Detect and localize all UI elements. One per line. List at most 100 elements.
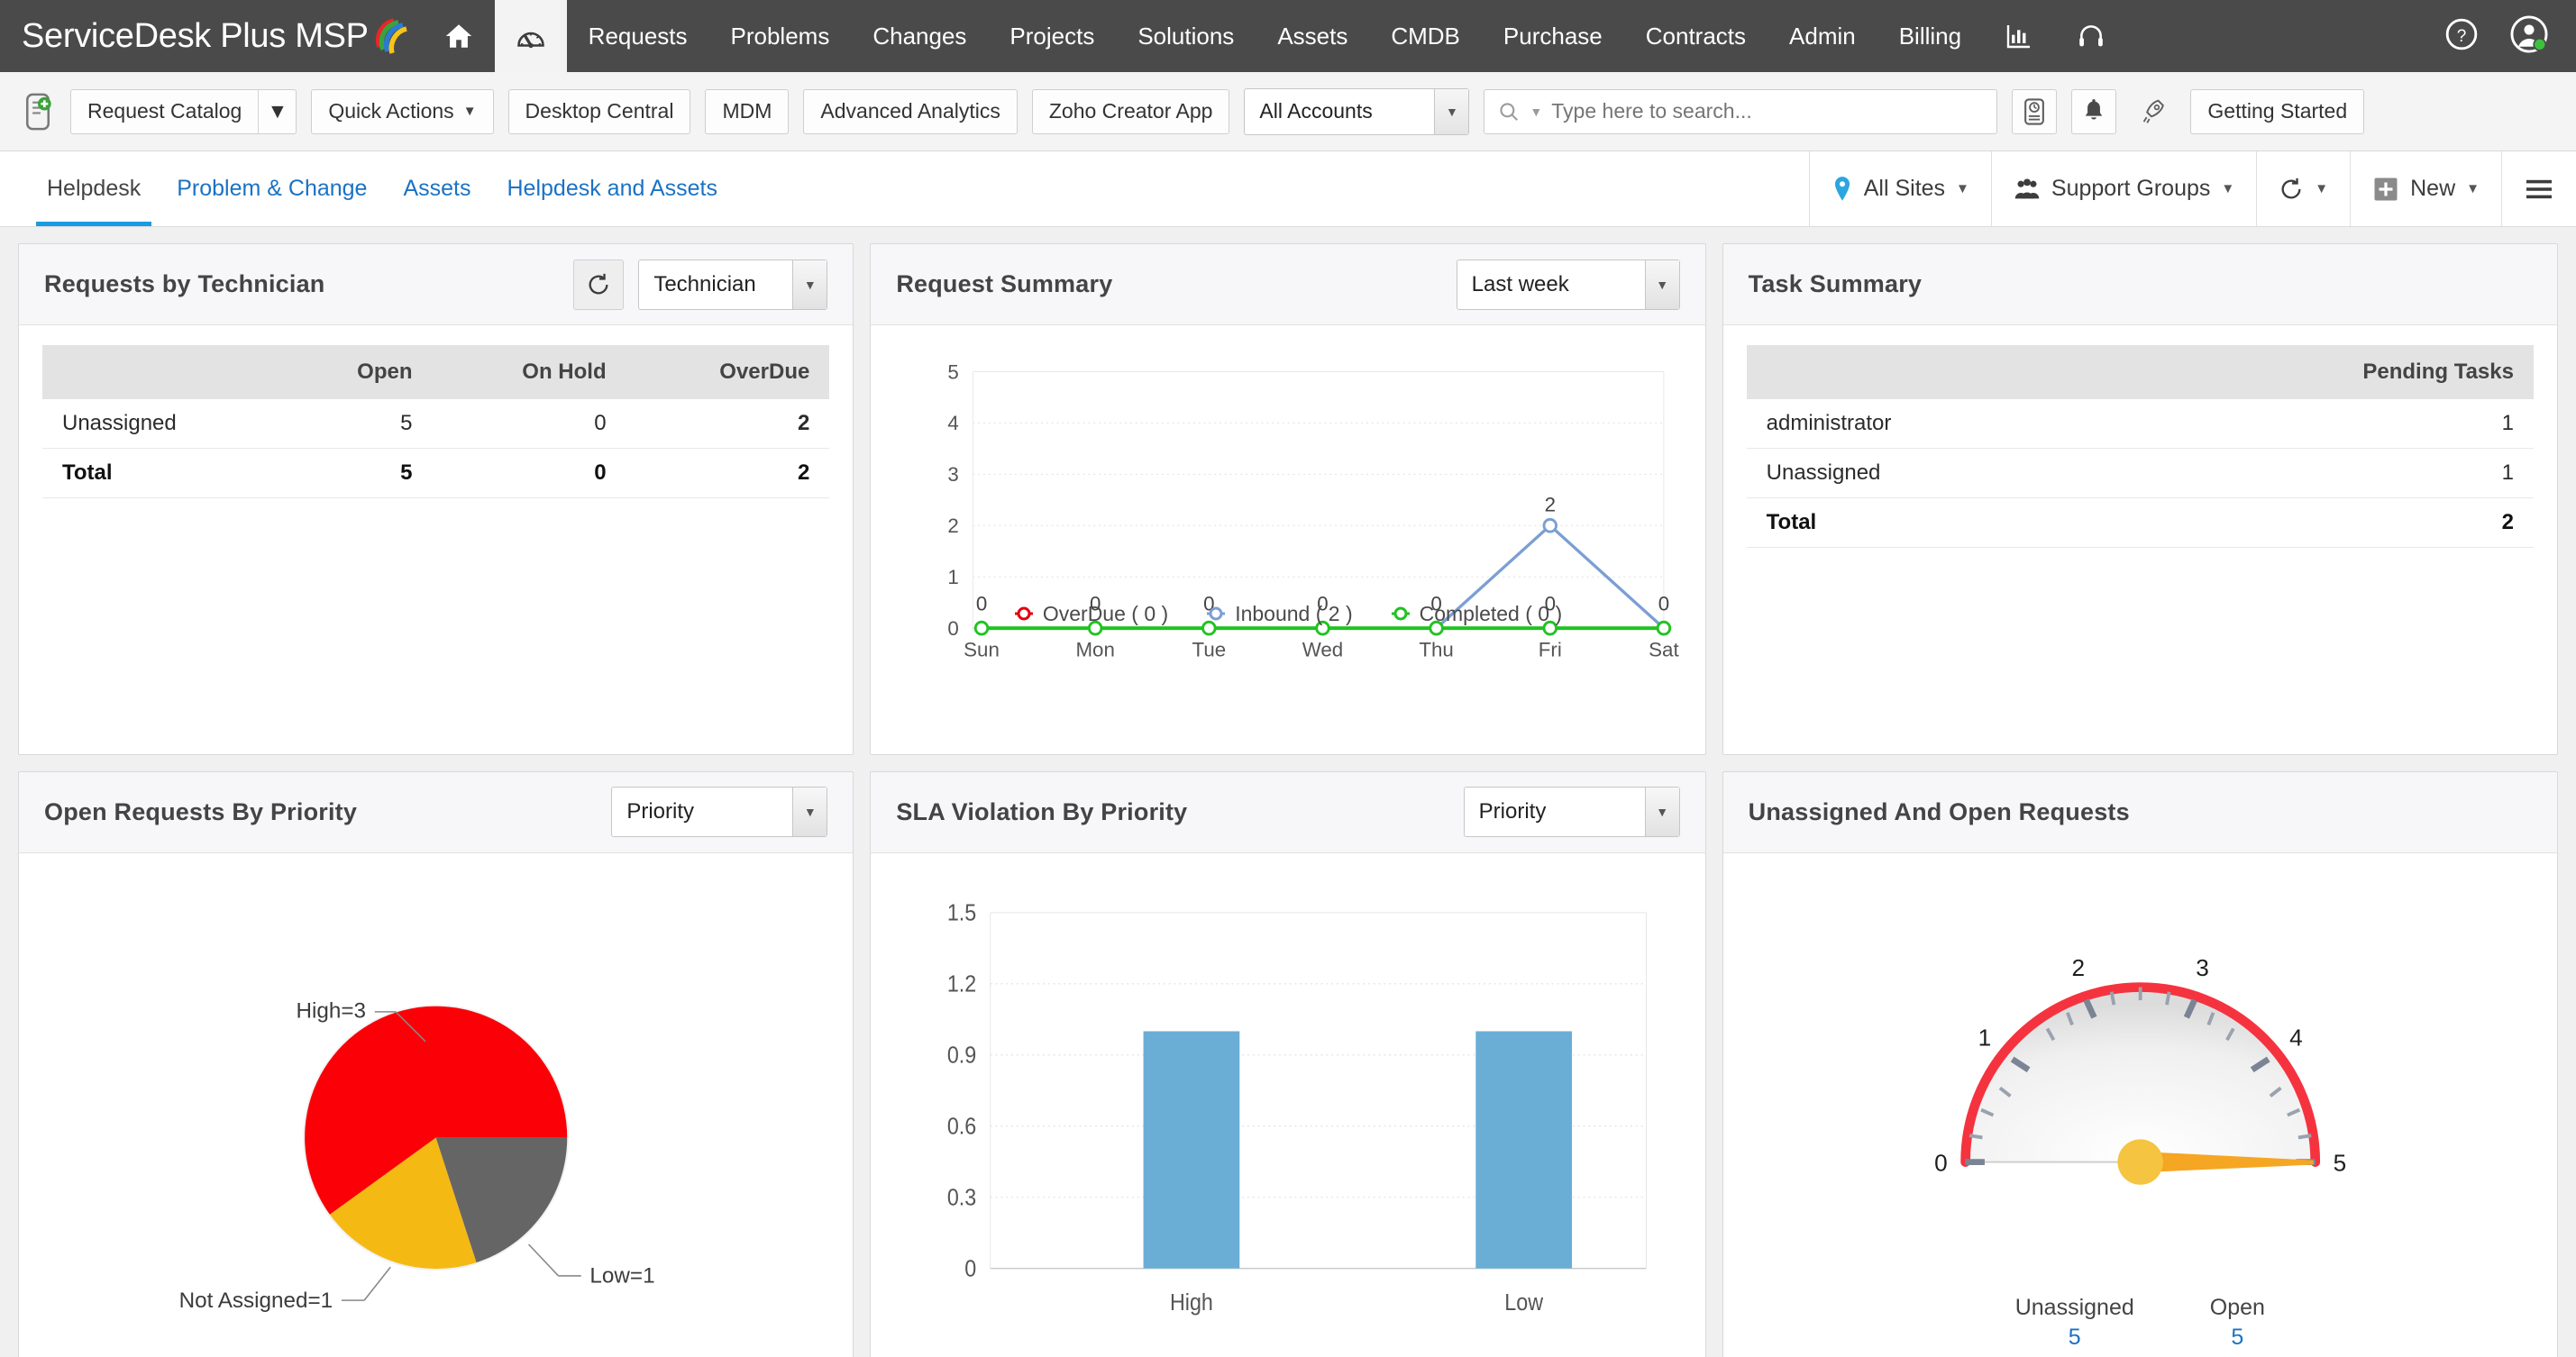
notifications-button[interactable] [2071, 88, 2117, 134]
tab-problem-and-change[interactable]: Problem & Change [159, 151, 385, 226]
table-row[interactable]: administrator 1 [1746, 399, 2534, 449]
table-row: Total 2 [1746, 497, 2534, 548]
x-tick-label: High [1170, 1289, 1213, 1316]
task-summary-table: Pending Tasks administrator 1 Unassigned… [1746, 345, 2534, 548]
chevron-down-icon: ▼ [792, 260, 827, 309]
cell-open[interactable]: 5 [283, 399, 433, 449]
widget-header: Task Summary [1722, 244, 2557, 325]
cell-overdue[interactable]: 2 [626, 399, 830, 449]
desktop-central-button[interactable]: Desktop Central [507, 88, 691, 134]
widget-title: Open Requests By Priority [44, 797, 358, 825]
gauge-tick-label: 0 [1934, 1149, 1948, 1176]
legend-item-overdue[interactable]: OverDue ( 0 ) [1014, 602, 1168, 626]
mdm-label: MDM [722, 99, 772, 123]
tab-helpdesk[interactable]: Helpdesk [29, 151, 159, 226]
svg-text:2: 2 [1545, 493, 1556, 515]
col-technician [42, 345, 284, 399]
request-catalog-button[interactable]: Request Catalog ▼ [70, 88, 297, 134]
legend-marker-icon [1014, 606, 1033, 621]
help-button[interactable]: ? [2444, 17, 2479, 56]
time-tracker-button[interactable] [2012, 88, 2058, 134]
nav-item-problems[interactable]: Problems [709, 0, 852, 72]
mdm-button[interactable]: MDM [705, 88, 790, 134]
nav-item-admin[interactable]: Admin [1768, 0, 1877, 72]
nav-item-purchase[interactable]: Purchase [1482, 0, 1624, 72]
new-widget-button[interactable]: New ▼ [2350, 151, 2501, 226]
priority-filter-select[interactable]: Priority ▼ [1463, 787, 1680, 838]
refresh-interval-selector[interactable]: ▼ [2256, 151, 2350, 226]
legend-item-inbound[interactable]: Inbound ( 2 ) [1206, 602, 1353, 626]
all-sites-selector[interactable]: All Sites ▼ [1808, 151, 1991, 226]
nav-item-assets[interactable]: Assets [1256, 0, 1369, 72]
home-button[interactable] [423, 0, 495, 72]
group-icon [2014, 178, 2040, 198]
widget-refresh-button[interactable] [573, 259, 625, 310]
bar-low[interactable] [1475, 1031, 1573, 1269]
bar-high[interactable] [1143, 1031, 1240, 1269]
chevron-down-icon: ▼ [2466, 181, 2480, 196]
user-profile-button[interactable] [2509, 14, 2549, 59]
top-nav-right-group: ? [2444, 0, 2576, 72]
widget-request-summary: Request Summary Last week ▼ 5 4 3 2 1 0 … [870, 243, 1706, 755]
app-brand-logo[interactable]: ServiceDesk Plus MSP [0, 0, 423, 72]
col-pending-tasks: Pending Tasks [2111, 345, 2534, 399]
svg-text:?: ? [2457, 26, 2467, 45]
support-button[interactable] [2055, 0, 2127, 72]
reports-button[interactable] [1983, 0, 2055, 72]
advanced-analytics-button[interactable]: Advanced Analytics [803, 88, 1018, 134]
new-request-button[interactable] [20, 91, 56, 132]
refresh-icon [2281, 178, 2301, 198]
nav-item-requests[interactable]: Requests [567, 0, 709, 72]
quick-actions-label: Quick Actions [328, 99, 454, 123]
widget-header: Request Summary Last week ▼ [871, 244, 1705, 325]
widget-header: SLA Violation By Priority Priority ▼ [871, 771, 1705, 853]
metric-value[interactable]: 5 [2210, 1325, 2265, 1351]
cell-pending[interactable]: 1 [2111, 448, 2534, 498]
support-groups-selector[interactable]: Support Groups ▼ [1990, 151, 2256, 226]
plus-square-icon [2374, 178, 2398, 200]
search-scope-caret-icon[interactable]: ▼ [1530, 105, 1542, 119]
cell-owner: administrator [1746, 399, 2112, 449]
quick-actions-button[interactable]: Quick Actions ▼ [311, 88, 494, 134]
col-open: Open [283, 345, 433, 399]
widget-title: Requests by Technician [44, 270, 325, 297]
metric-value[interactable]: 5 [2015, 1325, 2134, 1351]
search-input[interactable] [1551, 99, 1985, 123]
chevron-down-icon[interactable]: ▼ [258, 89, 296, 133]
cell-overdue: 2 [626, 448, 830, 498]
chevron-down-icon: ▼ [1644, 788, 1679, 837]
table-row[interactable]: Unassigned 5 0 2 [42, 399, 830, 449]
home-icon [445, 24, 471, 48]
nav-item-billing[interactable]: Billing [1877, 0, 1983, 72]
table-row[interactable]: Unassigned 1 [1746, 448, 2534, 498]
nav-item-contracts[interactable]: Contracts [1624, 0, 1768, 72]
technician-filter-select[interactable]: Technician ▼ [638, 259, 828, 310]
zoho-creator-app-button[interactable]: Zoho Creator App [1031, 88, 1230, 134]
legend-marker-icon [1391, 606, 1410, 621]
top-navigation-bar: ServiceDesk Plus MSP Requests Problems C… [0, 0, 2576, 72]
legend-item-completed[interactable]: Completed ( 0 ) [1391, 602, 1562, 626]
nav-item-changes[interactable]: Changes [851, 0, 988, 72]
time-tracker-icon [2024, 97, 2045, 125]
new-label: New [2410, 176, 2456, 201]
nav-label: Solutions [1137, 22, 1235, 50]
nav-item-solutions[interactable]: Solutions [1116, 0, 1256, 72]
nav-item-projects[interactable]: Projects [988, 0, 1116, 72]
cell-pending[interactable]: 1 [2111, 399, 2534, 449]
tab-helpdesk-and-assets[interactable]: Helpdesk and Assets [489, 151, 735, 226]
global-search[interactable]: ▼ [1484, 88, 1998, 134]
getting-started-button[interactable]: Getting Started [2190, 88, 2365, 134]
period-filter-select[interactable]: Last week ▼ [1456, 259, 1680, 310]
whats-new-button[interactable] [2131, 89, 2176, 134]
gauge-svg: 0 1 2 3 4 5 [1934, 954, 2346, 1185]
accounts-select[interactable]: All Accounts ▼ [1244, 87, 1470, 135]
cell-open: 5 [283, 448, 433, 498]
dashboard-button[interactable] [494, 0, 567, 72]
gauge-metrics: Unassigned 5 Open 5 [1747, 1295, 2534, 1351]
rocket-icon [2143, 99, 2165, 123]
dashboard-menu-button[interactable] [2501, 151, 2576, 226]
refresh-icon [589, 273, 608, 294]
tab-assets[interactable]: Assets [385, 151, 489, 226]
nav-item-cmdb[interactable]: CMDB [1369, 0, 1482, 72]
priority-filter-select[interactable]: Priority ▼ [611, 787, 828, 838]
